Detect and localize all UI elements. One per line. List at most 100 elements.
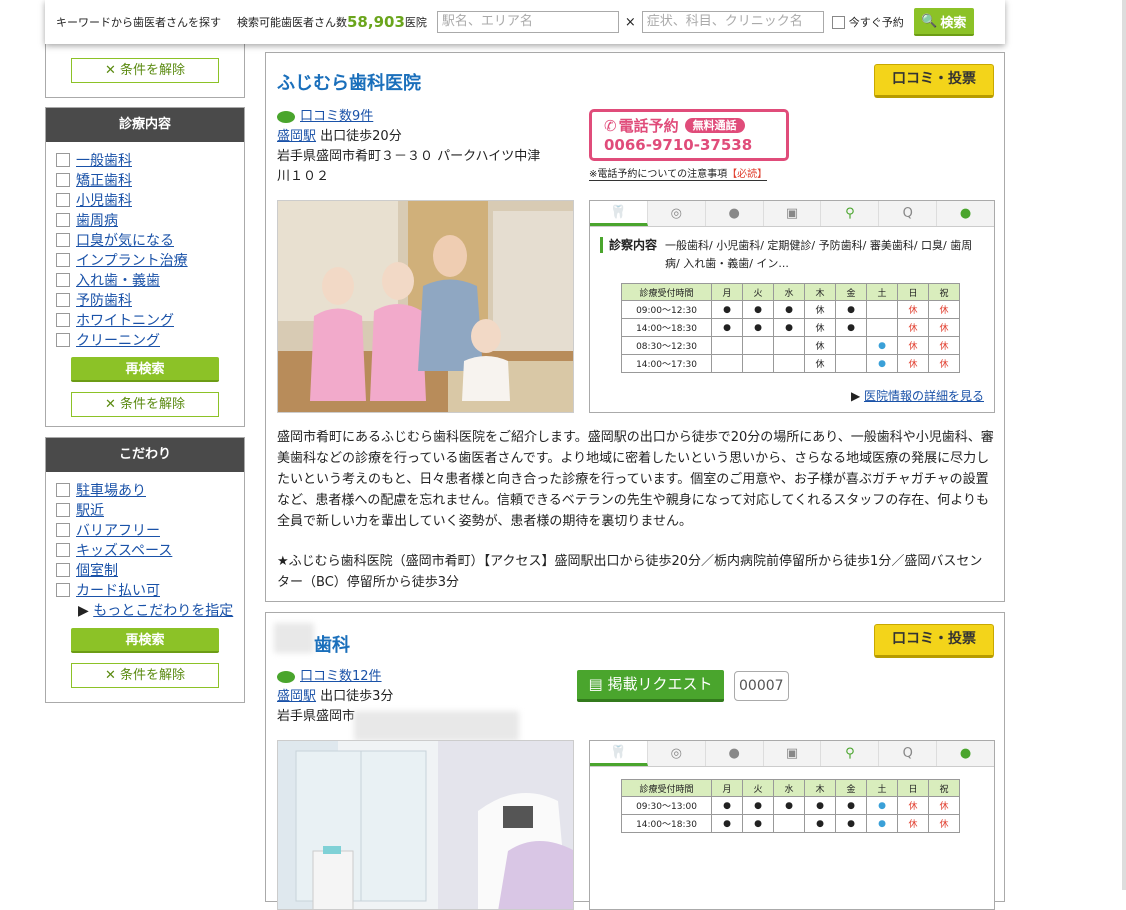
filter-link[interactable]: クリーニング — [76, 330, 160, 350]
filter-item[interactable]: 駐車場あり — [46, 480, 244, 500]
chat-icon[interactable]: ● — [937, 201, 995, 226]
filter-link[interactable]: バリアフリー — [76, 520, 160, 540]
checkbox[interactable] — [56, 173, 70, 187]
schedule-cell: 休 — [928, 336, 960, 355]
filter-item[interactable]: 口臭が気になる — [46, 230, 244, 250]
schedule-cell: ● — [835, 300, 867, 319]
filter-link[interactable]: 個室制 — [76, 560, 118, 580]
schedule-cell: ● — [742, 814, 774, 833]
search-button[interactable]: 🔍 検索 — [913, 8, 974, 36]
compass-icon[interactable]: ◎ — [647, 741, 706, 766]
map-pin-icon[interactable]: ⚲ — [821, 741, 880, 766]
listing-request-button[interactable]: ▤ 掲載リクエスト — [577, 670, 724, 702]
filter-item[interactable]: 小児歯科 — [46, 190, 244, 210]
checkbox[interactable] — [56, 583, 70, 597]
clear-label: 条件を解除 — [120, 668, 186, 683]
checkbox[interactable] — [56, 293, 70, 307]
filter-link[interactable]: キッズスペース — [76, 540, 172, 560]
filter-link[interactable]: 入れ歯・義歯 — [76, 270, 160, 290]
checkbox[interactable] — [56, 213, 70, 227]
person-icon[interactable]: ● — [705, 201, 764, 226]
clinic-name[interactable]: ふじむら歯科医院 — [277, 69, 421, 95]
filter-item[interactable]: 個室制 — [46, 560, 244, 580]
compass-icon[interactable]: ◎ — [647, 201, 706, 226]
schedule-cell: ● — [711, 796, 743, 815]
clear-conditions-button[interactable]: ✕ 条件を解除 — [71, 392, 219, 417]
review-count-link[interactable]: 口コミ数12件 — [300, 669, 382, 684]
camera-icon[interactable]: ▣ — [763, 741, 822, 766]
map-pin-icon[interactable]: ⚲ — [821, 201, 880, 226]
schedule-cell — [866, 318, 898, 337]
checkbox[interactable] — [56, 523, 70, 537]
filter-item[interactable]: 一般歯科 — [46, 150, 244, 170]
checkbox[interactable] — [56, 253, 70, 267]
person-icon[interactable]: ● — [705, 741, 764, 766]
tooth-icon[interactable]: 🦷 — [590, 201, 648, 226]
filter-link[interactable]: 小児歯科 — [76, 190, 132, 210]
filter-item[interactable]: 駅近 — [46, 500, 244, 520]
clinic-name[interactable]: 歯科 — [314, 631, 350, 657]
camera-icon[interactable]: ▣ — [763, 201, 822, 226]
checkbox[interactable] — [56, 153, 70, 167]
filter-item[interactable]: 入れ歯・義歯 — [46, 270, 244, 290]
schedule-header-cell: 祝 — [928, 283, 960, 301]
treatment-label: 診察内容 — [600, 237, 657, 253]
schedule-row: 08:30～12:30 休 ● 休休 — [621, 336, 960, 355]
filter-item[interactable]: クリーニング — [46, 330, 244, 350]
detail-link[interactable]: 医院情報の詳細を見る — [864, 389, 984, 403]
filter-item[interactable]: ホワイトニング — [46, 310, 244, 330]
research-button[interactable]: 再検索 — [71, 628, 219, 653]
clear-conditions-button[interactable]: ✕ 条件を解除 — [71, 663, 219, 688]
checkbox[interactable] — [56, 193, 70, 207]
checkbox[interactable] — [56, 333, 70, 347]
checkbox[interactable] — [56, 483, 70, 497]
filter-link[interactable]: カード払い可 — [76, 580, 160, 600]
checkbox[interactable] — [56, 503, 70, 517]
scrollbar-track[interactable] — [1122, 0, 1126, 890]
comment-icon — [277, 670, 295, 683]
checkbox[interactable] — [56, 273, 70, 287]
schedule-cell — [742, 354, 774, 373]
station-link[interactable]: 盛岡駅 — [277, 129, 316, 144]
filter-item[interactable]: キッズスペース — [46, 540, 244, 560]
filter-item[interactable]: 矯正歯科 — [46, 170, 244, 190]
qa-icon[interactable]: Q — [879, 741, 938, 766]
review-vote-button[interactable]: 口コミ・投票 — [874, 64, 994, 98]
schedule-table: 診療受付時間月火水木金土日祝 09:30～13:00 ● ● ● ● ● ● 休休 14:00～… — [621, 779, 960, 833]
filter-link[interactable]: 一般歯科 — [76, 150, 132, 170]
filter-link[interactable]: 歯周病 — [76, 210, 118, 230]
tel-note[interactable]: ※電話予約についての注意事項【必読】 — [589, 165, 768, 181]
filter-item[interactable]: カード払い可 — [46, 580, 244, 600]
filter-link[interactable]: ホワイトニング — [76, 310, 174, 330]
filter-item[interactable]: 予防歯科 — [46, 290, 244, 310]
station-link[interactable]: 盛岡駅 — [277, 689, 316, 704]
comment-icon — [277, 110, 295, 123]
tel-reserve-box[interactable]: ✆ 電話予約 無料通話 0066-9710-37538 — [589, 109, 789, 161]
review-vote-button[interactable]: 口コミ・投票 — [874, 624, 994, 658]
area-input[interactable]: 駅名、エリア名 — [436, 11, 619, 33]
checkbox[interactable] — [56, 313, 70, 327]
research-button[interactable]: 再検索 — [71, 357, 219, 382]
tel-label: 電話予約 — [618, 117, 679, 135]
now-reserve-checkbox[interactable]: 今すぐ予約 — [831, 14, 904, 30]
filter-item[interactable]: バリアフリー — [46, 520, 244, 540]
tooth-icon[interactable]: 🦷 — [590, 741, 648, 766]
qa-icon[interactable]: Q — [879, 201, 938, 226]
checkbox[interactable] — [56, 543, 70, 557]
more-kodawari-link[interactable]: もっとこだわりを指定 — [93, 603, 233, 619]
checkbox[interactable] — [56, 233, 70, 247]
keyword-input[interactable]: 症状、科目、クリニック名 — [641, 11, 824, 33]
filter-link[interactable]: 駐車場あり — [76, 480, 146, 500]
review-count-link[interactable]: 口コミ数9件 — [300, 109, 373, 124]
checkbox[interactable] — [56, 563, 70, 577]
filter-item[interactable]: インプラント治療 — [46, 250, 244, 270]
filter-link[interactable]: 駅近 — [76, 500, 104, 520]
filter-link[interactable]: 口臭が気になる — [76, 230, 174, 250]
filter-link[interactable]: 矯正歯科 — [76, 170, 132, 190]
chat-icon[interactable]: ● — [937, 741, 995, 766]
schedule-cell: 休 — [928, 354, 960, 373]
filter-link[interactable]: インプラント治療 — [76, 250, 188, 270]
clear-conditions-button[interactable]: ✕ 条件を解除 — [71, 58, 219, 83]
filter-item[interactable]: 歯周病 — [46, 210, 244, 230]
filter-link[interactable]: 予防歯科 — [76, 290, 132, 310]
